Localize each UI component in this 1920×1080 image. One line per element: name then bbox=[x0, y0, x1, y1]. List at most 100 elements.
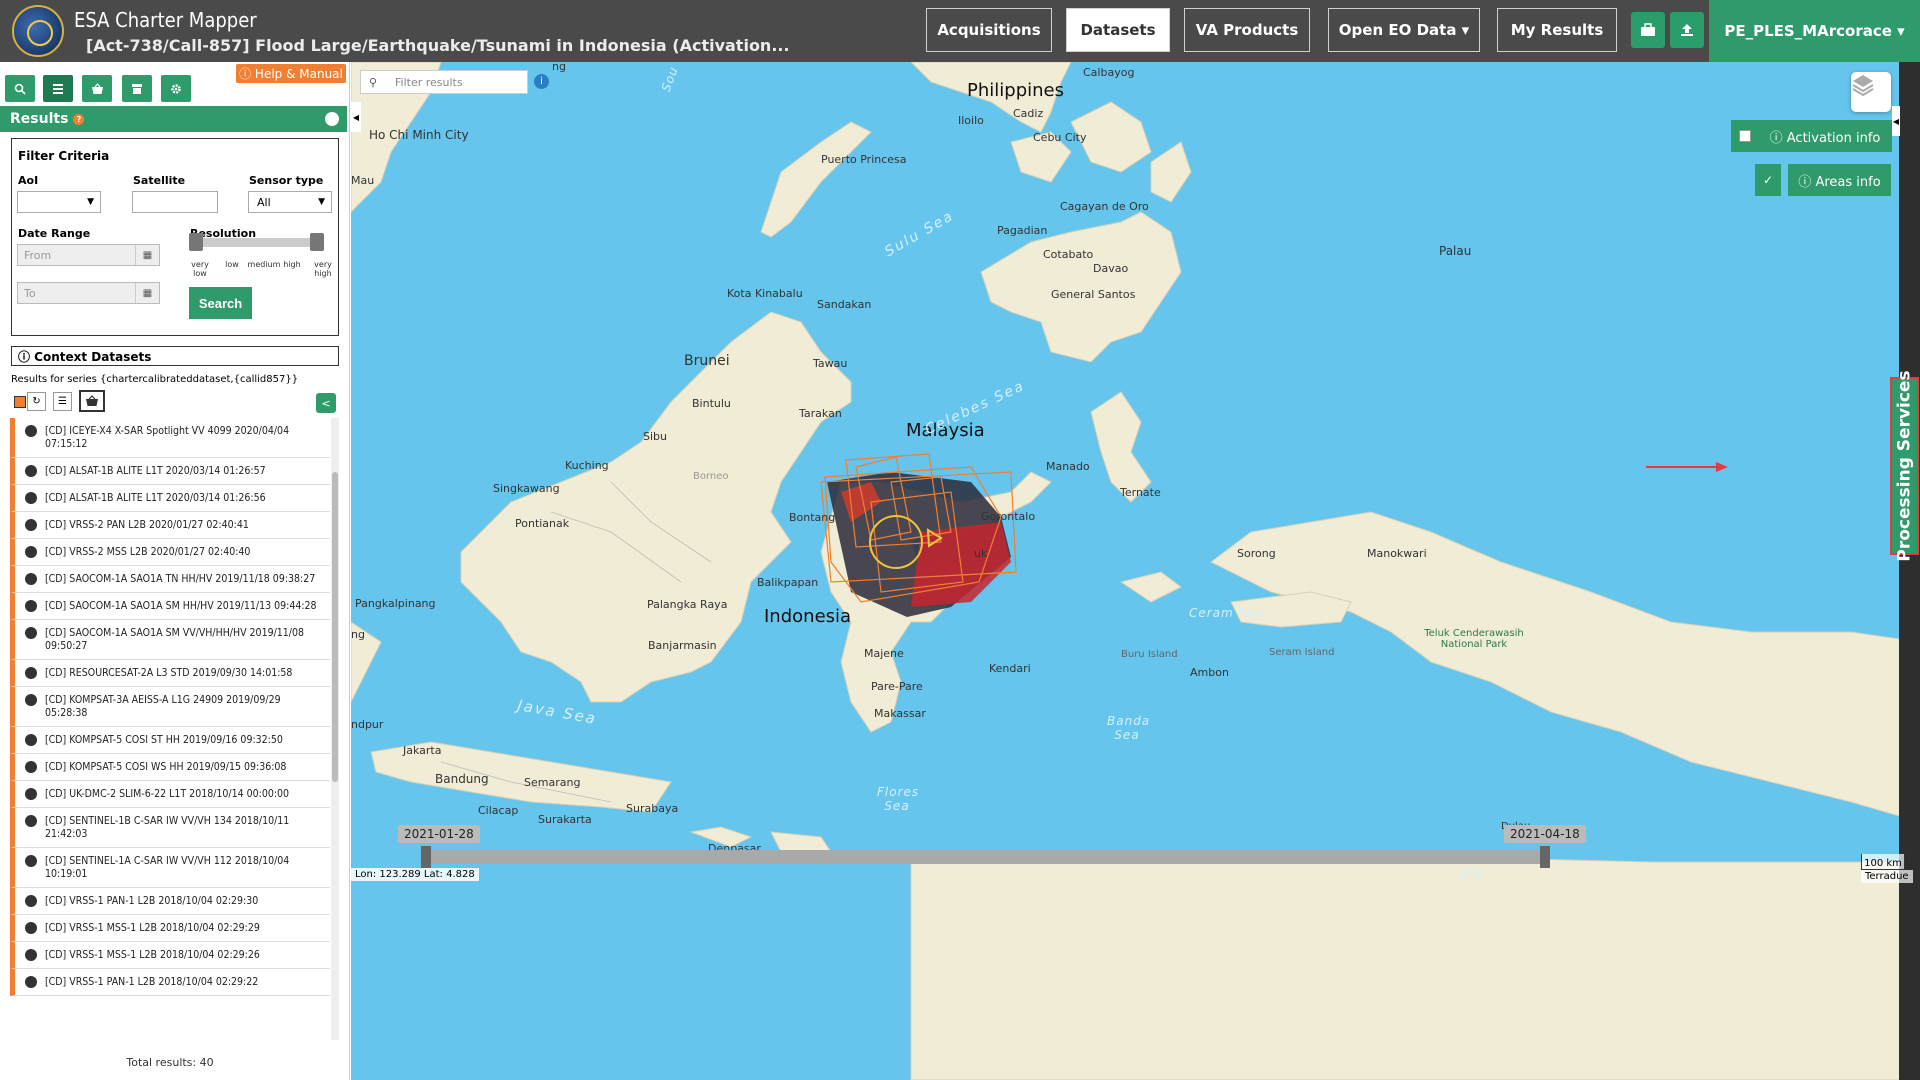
result-item-label: [CD] VRSS-1 MSS-1 L2B 2018/10/04 02:29:2… bbox=[45, 922, 260, 934]
areas-info-button[interactable]: ⓘ Areas info bbox=[1788, 164, 1891, 196]
left-panel: ⓘ Help & Manual Results ? Filter Criteri… bbox=[0, 62, 350, 1080]
result-list-item[interactable]: [CD] VRSS-1 MSS-1 L2B 2018/10/04 02:29:2… bbox=[10, 915, 330, 942]
basket-icon[interactable] bbox=[82, 75, 112, 102]
date-from-input[interactable]: From ▦ bbox=[17, 244, 160, 266]
list-view-icon[interactable]: ☰ bbox=[53, 392, 72, 411]
date-to-input[interactable]: To ▦ bbox=[17, 282, 160, 304]
result-list-item[interactable]: [CD] VRSS-1 PAN-1 L2B 2018/10/04 02:29:2… bbox=[10, 969, 330, 996]
refresh-icon[interactable]: ↻ bbox=[27, 392, 46, 411]
search-icon: ⚲ bbox=[369, 76, 378, 89]
label-surakarta: Surakarta bbox=[538, 813, 592, 826]
app-title: ESA Charter Mapper bbox=[74, 8, 257, 32]
globe-icon bbox=[25, 895, 37, 907]
gear-icon[interactable] bbox=[161, 75, 191, 102]
nav-va-products[interactable]: VA Products bbox=[1184, 8, 1310, 52]
nav-my-results[interactable]: My Results bbox=[1497, 8, 1617, 52]
resolution-slider[interactable] bbox=[190, 238, 322, 247]
basket-add-icon[interactable] bbox=[79, 390, 105, 412]
label-jakarta: Jakarta bbox=[403, 744, 442, 757]
nav-open-eo-data[interactable]: Open EO Data ▾ bbox=[1328, 8, 1480, 52]
result-list-item[interactable]: [CD] RESOURCESAT-2A L3 STD 2019/09/30 14… bbox=[10, 660, 330, 687]
panel-toolbar: ⓘ Help & Manual bbox=[0, 62, 350, 102]
map-filter-input[interactable]: ⚲ Filter results bbox=[360, 70, 528, 94]
label-ternate: Ternate bbox=[1120, 486, 1161, 499]
map-view[interactable]: Philippines Malaysia Indonesia Brunei Pa… bbox=[351, 62, 1920, 1080]
result-list-item[interactable]: [CD] SENTINEL-1B C-SAR IW VV/VH 134 2018… bbox=[10, 808, 330, 848]
result-item-label: [CD] UK-DMC-2 SLIM-6-22 L1T 2018/10/14 0… bbox=[45, 788, 290, 800]
result-list-item[interactable]: [CD] ALSAT-1B ALITE L1T 2020/03/14 01:26… bbox=[10, 485, 330, 512]
result-item-label: [CD] ALSAT-1B ALITE L1T 2020/03/14 01:26… bbox=[45, 465, 266, 477]
result-list-item[interactable]: [CD] KOMPSAT-5 COSI WS HH 2019/09/15 09:… bbox=[10, 754, 330, 781]
label-ceram-sea: Ceram Sea bbox=[1189, 606, 1264, 620]
result-list-item[interactable]: [CD] VRSS-1 MSS-1 L2B 2018/10/04 02:29:2… bbox=[10, 942, 330, 969]
result-list-item[interactable]: [CD] SAOCOM-1A SAO1A TN HH/HV 2019/11/18… bbox=[10, 566, 330, 593]
globe-icon bbox=[25, 694, 37, 706]
label-cadiz: Cadiz bbox=[1013, 107, 1044, 120]
collapse-right-panel-icon[interactable]: ◀ bbox=[1892, 106, 1900, 136]
aoi-select[interactable]: ▼ bbox=[17, 191, 101, 213]
results-list: [CD] ICEYE-X4 X-SAR Spotlight VV 4099 20… bbox=[10, 418, 330, 1040]
search-button[interactable]: Search bbox=[189, 287, 252, 319]
result-list-item[interactable]: [CD] SENTINEL-1A C-SAR IW VV/VH 112 2018… bbox=[10, 848, 330, 888]
label-uk: uk bbox=[974, 547, 988, 560]
help-question-icon[interactable]: ? bbox=[73, 113, 85, 125]
sensor-type-select[interactable]: All ▼ bbox=[248, 191, 332, 213]
processing-services-tab[interactable]: Processing Services bbox=[1890, 370, 1919, 562]
activation-info-button[interactable]: ⓘ Activation info bbox=[1758, 120, 1892, 152]
result-list-item[interactable]: [CD] UK-DMC-2 SLIM-6-22 L1T 2018/10/14 0… bbox=[10, 781, 330, 808]
results-header: Results ? bbox=[0, 106, 347, 132]
archive-icon[interactable] bbox=[122, 75, 152, 102]
timeline-start-date: 2021-01-28 bbox=[398, 825, 480, 843]
resolution-min-handle[interactable] bbox=[189, 233, 203, 251]
result-list-item[interactable]: [CD] VRSS-2 MSS L2B 2020/01/27 02:40:40 bbox=[10, 539, 330, 566]
result-list-item[interactable]: [CD] SAOCOM-1A SAO1A SM VV/VH/HH/HV 2019… bbox=[10, 620, 330, 660]
resolution-max-handle[interactable] bbox=[310, 233, 324, 251]
nav-acquisitions[interactable]: Acquisitions bbox=[926, 8, 1052, 52]
total-results: Total results: 40 bbox=[126, 1056, 214, 1069]
sensor-type-value: All bbox=[257, 195, 271, 209]
esa-charter-logo[interactable] bbox=[12, 5, 64, 57]
result-item-label: [CD] VRSS-1 PAN-1 L2B 2018/10/04 02:29:2… bbox=[45, 976, 259, 988]
result-item-label: [CD] SAOCOM-1A SAO1A SM VV/VH/HH/HV 2019… bbox=[45, 627, 304, 652]
activation-info-checkbox[interactable] bbox=[1731, 120, 1758, 152]
label-cotabato: Cotabato bbox=[1043, 248, 1094, 261]
nav-datasets[interactable]: Datasets bbox=[1066, 8, 1170, 52]
right-panel-strip bbox=[1899, 62, 1920, 1080]
label-ng-2: ng bbox=[351, 628, 365, 641]
satellite-input[interactable] bbox=[132, 191, 218, 213]
result-item-label: [CD] SENTINEL-1B C-SAR IW VV/VH 134 2018… bbox=[45, 815, 290, 840]
label-surabaya: Surabaya bbox=[626, 802, 679, 815]
result-item-label: [CD] KOMPSAT-5 COSI WS HH 2019/09/15 09:… bbox=[45, 761, 287, 773]
panel-toggle-icon[interactable] bbox=[325, 112, 339, 126]
calendar-icon[interactable]: ▦ bbox=[135, 283, 159, 303]
collapse-left-panel-icon[interactable]: ◀ bbox=[351, 102, 361, 132]
globe-icon bbox=[25, 667, 37, 679]
label-philippines: Philippines bbox=[967, 80, 1064, 101]
upload-icon[interactable] bbox=[1670, 12, 1704, 48]
result-list-item[interactable]: [CD] VRSS-2 PAN L2B 2020/01/27 02:40:41 bbox=[10, 512, 330, 539]
result-list-item[interactable]: [CD] ICEYE-X4 X-SAR Spotlight VV 4099 20… bbox=[10, 418, 330, 458]
user-menu[interactable]: PE_PLES_MArcorace ▾ bbox=[1709, 0, 1920, 62]
result-list-item[interactable]: [CD] ALSAT-1B ALITE L1T 2020/03/14 01:26… bbox=[10, 458, 330, 485]
calendar-icon[interactable]: ▦ bbox=[135, 245, 159, 265]
result-list-item[interactable]: [CD] KOMPSAT-3A AEISS-A L1G 24909 2019/0… bbox=[10, 687, 330, 727]
timeline-end-date: 2021-04-18 bbox=[1504, 825, 1586, 843]
red-arrow-annotation bbox=[1646, 462, 1728, 472]
timeline-bar[interactable] bbox=[423, 850, 1545, 864]
info-icon[interactable]: i bbox=[534, 74, 549, 89]
result-list-item[interactable]: [CD] SAOCOM-1A SAO1A SM HH/HV 2019/11/13… bbox=[10, 593, 330, 620]
help-manual-button[interactable]: ⓘ Help & Manual bbox=[236, 64, 346, 83]
timeline-start-handle[interactable] bbox=[421, 846, 431, 868]
list-icon[interactable] bbox=[43, 75, 73, 102]
results-scroll-thumb[interactable] bbox=[332, 472, 338, 782]
layers-icon[interactable] bbox=[1851, 72, 1891, 112]
search-icon[interactable] bbox=[5, 75, 35, 102]
briefcase-icon[interactable] bbox=[1631, 12, 1665, 48]
results-label: Results bbox=[10, 111, 69, 127]
timeline-end-handle[interactable] bbox=[1540, 846, 1550, 868]
result-list-item[interactable]: [CD] VRSS-1 PAN-1 L2B 2018/10/04 02:29:3… bbox=[10, 888, 330, 915]
context-datasets-box[interactable]: ⓘ Context Datasets bbox=[11, 346, 339, 366]
result-list-item[interactable]: [CD] KOMPSAT-5 COSI ST HH 2019/09/16 09:… bbox=[10, 727, 330, 754]
share-icon[interactable]: < bbox=[316, 393, 336, 413]
areas-info-checkbox[interactable]: ✓ bbox=[1755, 164, 1781, 196]
